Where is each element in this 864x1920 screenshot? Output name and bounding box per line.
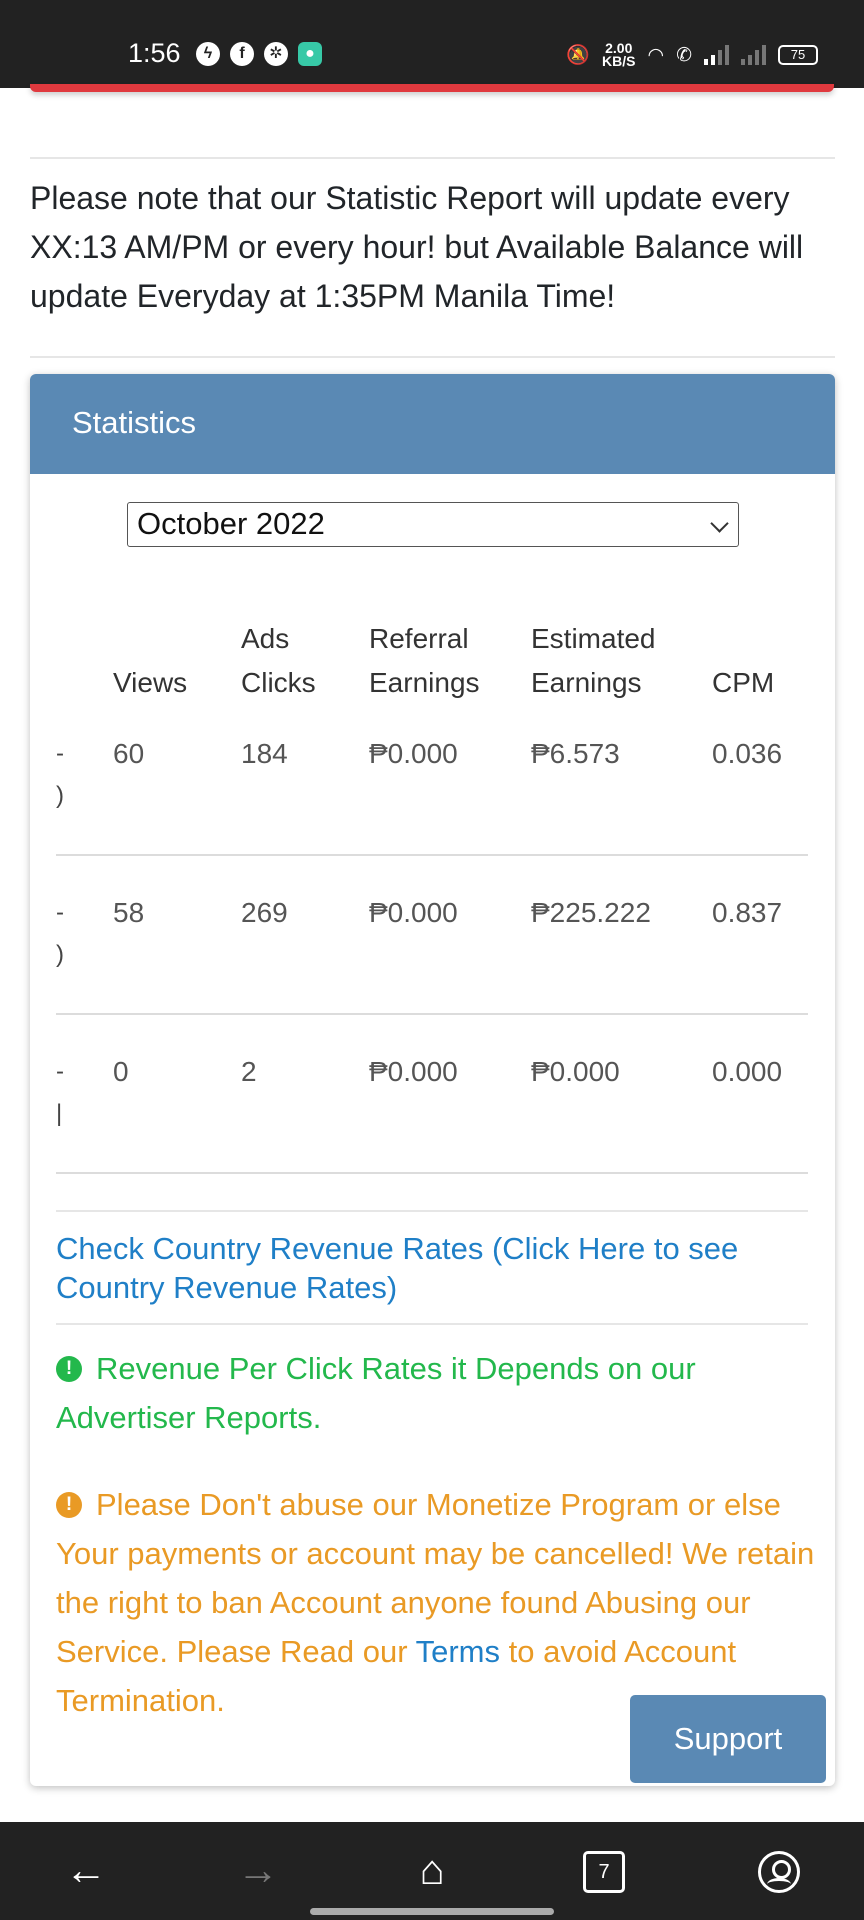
header-cpm: CPM: [712, 667, 775, 698]
facebook-icon: f: [230, 42, 254, 66]
warning-message: ! Please Don't abuse our Monetize Program…: [56, 1480, 816, 1725]
cell-ads-clicks: 269: [241, 897, 288, 928]
home-icon[interactable]: ⌂: [406, 1844, 458, 1896]
divider: [30, 157, 835, 159]
cell-referral-earnings: ₱0.000: [369, 897, 458, 928]
warning-icon: !: [56, 1492, 82, 1518]
status-bar: 1:56 ϟ f ✲ ● 🔕 2.00 KB/S ◠ ✆ 75: [0, 0, 864, 88]
speed-unit: KB/S: [602, 53, 636, 69]
signal-icon: [741, 45, 766, 65]
row-divider: [56, 1172, 808, 1174]
cell-views: 0: [113, 1056, 129, 1087]
notification-icons: ϟ f ✲ ●: [196, 42, 322, 66]
header-ads-line2: Clicks: [241, 667, 316, 698]
date-cell-cut: ): [56, 782, 64, 809]
gesture-handle[interactable]: [310, 1908, 554, 1915]
month-select-value: October 2022: [137, 506, 325, 541]
row-divider: [56, 1013, 808, 1015]
header-ads-line1: Ads: [241, 623, 290, 654]
cell-referral-earnings: ₱0.000: [369, 1056, 458, 1087]
app-icon: ●: [298, 42, 322, 66]
col-estimated-earnings: Estimated Earnings: [531, 617, 656, 705]
pinwheel-icon: ✲: [264, 42, 288, 66]
country-revenue-link[interactable]: Check Country Revenue Rates (Click Here …: [56, 1229, 816, 1307]
col-referral-earnings: Referral Earnings: [369, 617, 480, 705]
header-estimated-line1: Estimated: [531, 623, 656, 654]
card-header: Statistics: [30, 374, 835, 474]
divider: [30, 356, 835, 358]
browser-nav-bar: ← → ⌂ 7: [0, 1822, 864, 1920]
info-message: ! Revenue Per Click Rates it Depends on o…: [56, 1344, 816, 1442]
divider: [56, 1210, 808, 1212]
header-referral-line1: Referral: [369, 623, 469, 654]
wifi-icon: ◠: [647, 44, 665, 66]
update-notice: Please note that our Statistic Report wi…: [30, 180, 804, 314]
signal-icon: [704, 45, 729, 65]
back-arrow-icon[interactable]: ←: [60, 1844, 112, 1896]
cell-referral-earnings: ₱0.000: [369, 738, 458, 769]
date-cell-cut: |: [56, 1100, 63, 1127]
support-button[interactable]: Support: [630, 1695, 826, 1783]
alert-bar-edge: [30, 84, 834, 92]
statistics-card: Statistics October 2022 Views Ads Clicks…: [30, 374, 835, 1786]
tabs-icon[interactable]: 7: [583, 1851, 625, 1893]
divider: [56, 1323, 808, 1325]
date-cell-cut: -: [56, 1058, 64, 1085]
vibrate-icon: 🔕: [566, 45, 591, 66]
status-time: 1:56: [128, 38, 181, 68]
terms-link[interactable]: Terms: [416, 1634, 500, 1669]
cell-views: 58: [113, 897, 145, 928]
system-icons: 🔕 2.00 KB/S ◠ ✆ 75: [566, 41, 818, 69]
cell-views: 60: [113, 738, 145, 769]
forward-arrow-icon[interactable]: →: [232, 1844, 284, 1896]
cell-estimated-earnings: ₱6.573: [531, 738, 620, 769]
cell-cpm: 0.000: [712, 1056, 783, 1087]
date-cell-cut: -: [56, 740, 64, 767]
chevron-down-icon: [710, 514, 729, 533]
col-ads-clicks: Ads Clicks: [241, 617, 316, 705]
row-divider: [56, 854, 808, 856]
battery-icon: 75: [778, 45, 818, 65]
info-message-text: Revenue Per Click Rates it Depends on ou…: [56, 1351, 696, 1435]
messenger-icon: ϟ: [196, 42, 220, 66]
cell-estimated-earnings: ₱225.222: [531, 897, 651, 928]
cell-ads-clicks: 184: [241, 738, 288, 769]
account-icon[interactable]: [758, 1851, 800, 1893]
header-referral-line2: Earnings: [369, 667, 480, 698]
col-cpm: CPM: [712, 661, 774, 705]
header-estimated-line2: Earnings: [531, 667, 642, 698]
date-cell-cut: -: [56, 899, 64, 926]
cell-cpm: 0.837: [712, 897, 783, 928]
cell-ads-clicks: 2: [241, 1056, 257, 1087]
date-cell-cut: ): [56, 941, 64, 968]
cell-cpm: 0.036: [712, 738, 783, 769]
wifi-calling-icon: ✆: [676, 44, 692, 66]
month-select[interactable]: October 2022: [127, 502, 739, 547]
col-views: Views: [113, 661, 187, 705]
network-speed: 2.00 KB/S: [602, 41, 636, 69]
info-icon: !: [56, 1356, 82, 1382]
header-views: Views: [113, 667, 188, 698]
cell-estimated-earnings: ₱0.000: [531, 1056, 620, 1087]
